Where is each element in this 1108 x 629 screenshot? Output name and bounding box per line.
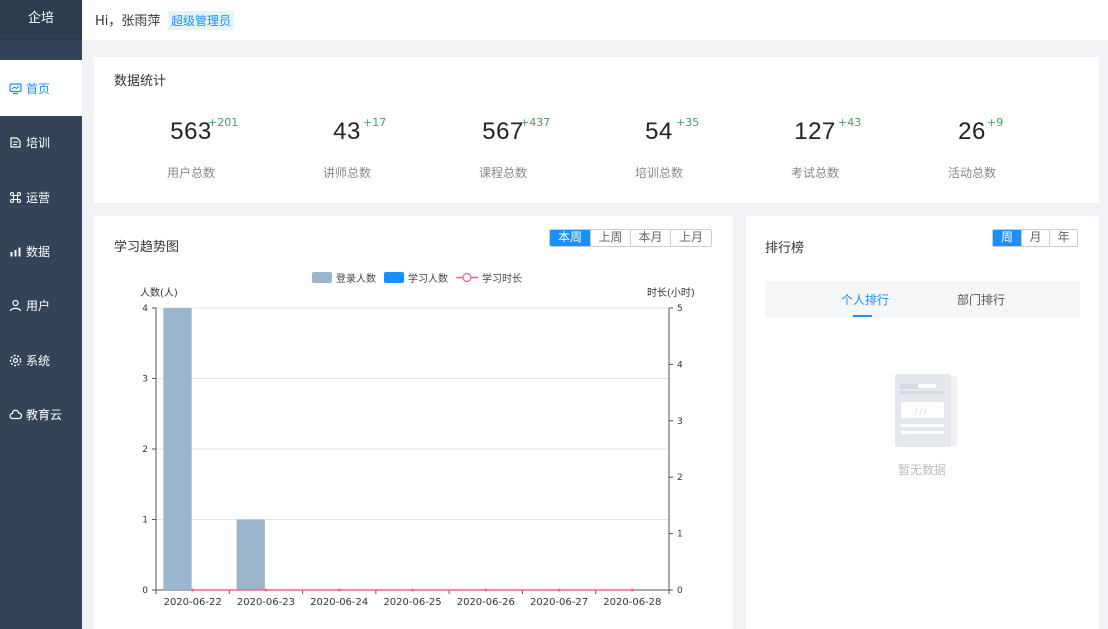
x-tick-label: 2020-06-24 [310, 597, 368, 608]
empty-state-text: 暂无数据 [898, 463, 947, 477]
stat-trainings[interactable]: 54 +35 培训总数 [599, 116, 719, 180]
sidebar-item-training[interactable]: 培训 [0, 114, 82, 170]
line-point [557, 588, 561, 592]
stat-label: 培训总数 [634, 166, 683, 180]
line-point [337, 588, 341, 592]
line-point [191, 588, 195, 592]
x-tick-label: 2020-06-27 [530, 597, 588, 608]
stat-value: 26 [958, 118, 986, 145]
sidebar-item-data[interactable]: 数据 [0, 223, 82, 279]
sidebar-item-label: 数据 [26, 244, 51, 259]
tab-personal-ranking[interactable]: 个人排行 [841, 291, 889, 308]
y2-tick-label: 2 [677, 473, 683, 483]
ranking-tabs: 个人排行 部门排行 [765, 281, 1080, 317]
y-tick-label: 4 [142, 304, 148, 314]
tab-department-ranking[interactable]: 部门排行 [957, 291, 1005, 308]
stat-label: 课程总数 [478, 166, 527, 180]
role-badge: 超级管理员 [168, 11, 235, 30]
x-tick-label: 2020-06-28 [603, 597, 661, 608]
stat-instructors[interactable]: 43 +17 讲师总数 [287, 116, 407, 180]
ranking-panel: 排行榜 周 月 年 个人排行 部门排行 / / / 暂无数据 [746, 216, 1099, 629]
sidebar-item-home[interactable]: 首页 [0, 60, 82, 116]
stat-delta: +437 [520, 116, 551, 129]
greeting: Hi，张雨萍 [95, 14, 161, 29]
stat-label: 活动总数 [947, 166, 996, 180]
stat-users[interactable]: 563 +201 用户总数 [131, 116, 251, 180]
user-icon [9, 299, 22, 312]
stat-courses[interactable]: 567 +437 课程总数 [443, 116, 563, 180]
top-header: Hi，张雨萍 超级管理员 [82, 0, 1108, 40]
gear-icon [9, 354, 22, 367]
x-tick-label: 2020-06-23 [237, 597, 295, 608]
line-point [630, 588, 634, 592]
line-point [484, 588, 488, 592]
stat-value: 54 [645, 118, 673, 145]
trend-chart: 0 1 2 3 4 0 1 2 3 4 5 2020-06-22 2020-06-23 2020-06-2… [142, 304, 683, 608]
sidebar-item-label: 首页 [26, 81, 51, 96]
trend-panel: 学习趋势图 本周 上周 本月 上月 登录人数 学习人数 学习时长 人数(人) 时… [94, 216, 733, 629]
command-icon [9, 191, 22, 204]
stats-title: 数据统计 [114, 74, 167, 89]
stat-delta: +201 [208, 116, 239, 129]
line-point [264, 588, 268, 592]
y-tick-label: 0 [142, 586, 148, 596]
bar-login [236, 519, 265, 590]
stat-label: 考试总数 [790, 166, 839, 180]
bar-login [163, 308, 192, 590]
monitor-icon [9, 82, 22, 95]
period-year-button[interactable]: 年 [1049, 230, 1077, 246]
line-point [411, 588, 414, 592]
book-icon [9, 136, 22, 149]
y2-tick-label: 3 [677, 417, 683, 427]
ranking-title: 排行榜 [765, 241, 805, 256]
y2-tick-label: 5 [677, 304, 683, 314]
period-week-button[interactable]: 周 [993, 230, 1021, 246]
cloud-icon [9, 408, 22, 421]
sidebar-item-label: 用户 [26, 298, 51, 313]
stat-label: 用户总数 [166, 166, 215, 180]
sidebar-item-label: 教育云 [26, 407, 63, 422]
period-month-button[interactable]: 月 [1021, 230, 1049, 246]
stat-exams[interactable]: 127 +43 考试总数 [755, 116, 875, 180]
sidebar-item-users[interactable]: 用户 [0, 277, 82, 333]
stat-delta: +43 [838, 116, 862, 129]
stats-panel: 数据统计 563 +201 用户总数 43 +17 讲师总数 567 +437 … [94, 57, 1099, 203]
stat-value: 43 [333, 118, 361, 145]
svg-text:/ / /: / / / [915, 407, 927, 415]
sidebar-item-system[interactable]: 系统 [0, 332, 82, 388]
sidebar-item-operations[interactable]: 运营 [0, 169, 82, 225]
y-tick-label: 2 [142, 445, 148, 455]
x-tick-label: 2020-06-22 [164, 597, 222, 608]
x-tick-label: 2020-06-25 [383, 597, 441, 608]
chart-bars-icon [9, 245, 22, 258]
active-tab-indicator [853, 315, 872, 317]
ranking-period-group: 周 月 年 [992, 229, 1078, 247]
y2-tick-label: 0 [677, 586, 683, 596]
y-tick-label: 3 [142, 375, 148, 385]
sidebar-item-edu-cloud[interactable]: 教育云 [0, 386, 82, 442]
app-logo: 企培 [0, 0, 82, 40]
sidebar-item-label: 运营 [26, 190, 51, 205]
stat-delta: +35 [676, 116, 700, 129]
stat-label: 讲师总数 [322, 166, 371, 180]
stat-delta: +17 [363, 116, 387, 129]
sidebar-item-label: 培训 [26, 135, 51, 150]
stat-activities[interactable]: 26 +9 活动总数 [912, 116, 1032, 180]
y2-tick-label: 4 [677, 360, 683, 370]
x-tick-label: 2020-06-26 [457, 597, 515, 608]
y2-tick-label: 1 [677, 530, 683, 540]
empty-document-icon: / / / [895, 374, 957, 447]
y-tick-label: 1 [142, 516, 148, 526]
sidebar: 企培 首页 培训 运营 数据 用户 系统 教育云 [0, 0, 82, 629]
stat-delta: +9 [987, 116, 1004, 129]
sidebar-item-label: 系统 [26, 353, 51, 368]
